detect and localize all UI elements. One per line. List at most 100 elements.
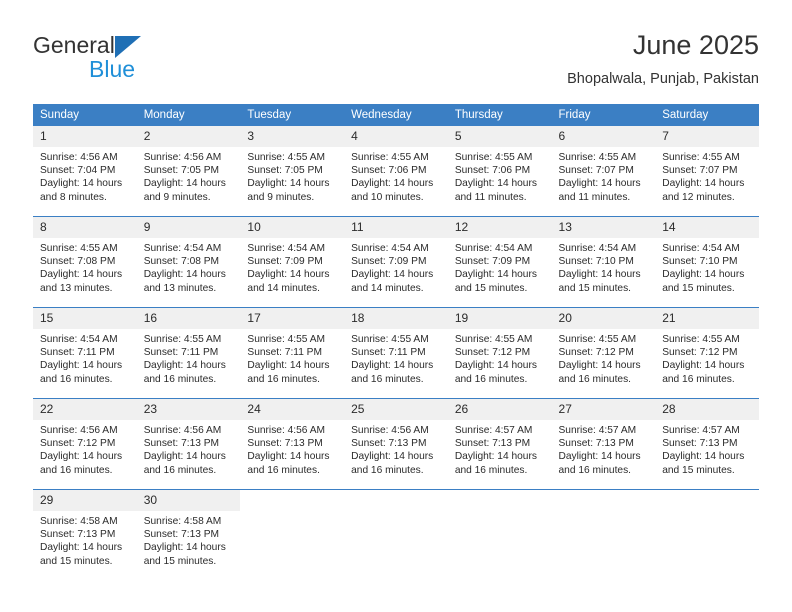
calendar-day-cell[interactable]: 2 Sunrise: 4:56 AM Sunset: 7:05 PM Daylight… bbox=[136, 126, 241, 215]
sunrise-time: Sunrise: 4:57 AM bbox=[454, 425, 533, 436]
weekday-header-saturday: Saturday bbox=[655, 104, 759, 126]
sunrise-time: Sunrise: 4:56 AM bbox=[40, 152, 118, 163]
sunset-time: Sunset: 7:13 PM bbox=[662, 438, 738, 450]
logo-text-blue: Blue bbox=[89, 56, 136, 82]
day-details: Sunrise: 4:55 AM Sunset: 7:07 PM Daylight:… bbox=[655, 147, 759, 204]
calendar-day-cell[interactable]: 27 Sunrise: 4:57 AM Sunset: 7:13 PM Dayligh… bbox=[551, 399, 656, 488]
sunrise-time: Sunrise: 4:58 AM bbox=[143, 516, 222, 527]
daylight-duration-line2: and 16 minutes. bbox=[143, 464, 217, 476]
daylight-duration-line2: and 14 minutes. bbox=[351, 282, 424, 294]
daylight-duration-line1: Daylight: 14 hours bbox=[40, 269, 123, 281]
calendar-day-cell[interactable]: 21 Sunrise: 4:55 AM Sunset: 7:12 PM Dayligh… bbox=[655, 308, 759, 397]
calendar-day-cell[interactable]: 29 Sunrise: 4:58 AM Sunset: 7:13 PM Dayligh… bbox=[33, 490, 137, 579]
day-details: Sunrise: 4:54 AM Sunset: 7:09 PM Daylight:… bbox=[448, 238, 552, 295]
calendar-day-cell[interactable]: 15 Sunrise: 4:54 AM Sunset: 7:11 PM Dayligh… bbox=[33, 308, 137, 397]
calendar-day-cell[interactable]: 26 Sunrise: 4:57 AM Sunset: 7:13 PM Dayligh… bbox=[447, 399, 552, 488]
calendar-day-cell[interactable]: 1 Sunrise: 4:56 AM Sunset: 7:04 PM Daylight… bbox=[33, 126, 137, 215]
day-details: Sunrise: 4:55 AM Sunset: 7:08 PM Daylight:… bbox=[33, 238, 137, 295]
calendar-body: 1 Sunrise: 4:56 AM Sunset: 7:04 PM Daylight… bbox=[33, 126, 759, 580]
calendar-day-cell[interactable]: 25 Sunrise: 4:56 AM Sunset: 7:13 PM Dayligh… bbox=[344, 399, 448, 488]
calendar-day-cell[interactable]: 20 Sunrise: 4:55 AM Sunset: 7:12 PM Dayligh… bbox=[551, 308, 656, 397]
daylight-duration-line1: Daylight: 14 hours bbox=[454, 178, 537, 190]
sunset-time: Sunset: 7:07 PM bbox=[662, 165, 738, 177]
daylight-duration-line1: Daylight: 14 hours bbox=[143, 178, 226, 190]
sunset-time: Sunset: 7:12 PM bbox=[558, 347, 634, 359]
calendar-day-cell[interactable]: 28 Sunrise: 4:57 AM Sunset: 7:13 PM Dayligh… bbox=[655, 399, 759, 488]
calendar-day-cell[interactable]: 14 Sunrise: 4:54 AM Sunset: 7:10 PM Dayligh… bbox=[655, 217, 759, 306]
daylight-duration-line2: and 15 minutes. bbox=[143, 555, 217, 567]
sunset-time: Sunset: 7:10 PM bbox=[558, 256, 634, 268]
weekday-header-friday: Friday bbox=[551, 104, 656, 126]
day-number: 25 bbox=[344, 399, 448, 420]
daylight-duration-line2: and 15 minutes. bbox=[662, 464, 735, 476]
calendar-day-cell[interactable]: 22 Sunrise: 4:56 AM Sunset: 7:12 PM Dayligh… bbox=[33, 399, 137, 488]
calendar-day-cell[interactable]: 11 Sunrise: 4:54 AM Sunset: 7:09 PM Dayligh… bbox=[344, 217, 448, 306]
calendar-day-cell[interactable]: 5 Sunrise: 4:55 AM Sunset: 7:06 PM Daylight… bbox=[447, 126, 552, 215]
logo-line-general: General bbox=[33, 32, 233, 58]
daylight-duration-line1: Daylight: 14 hours bbox=[143, 542, 226, 554]
calendar-day-cell[interactable]: 24 Sunrise: 4:56 AM Sunset: 7:13 PM Dayligh… bbox=[240, 399, 345, 488]
sunset-time: Sunset: 7:11 PM bbox=[143, 347, 219, 359]
weekday-header-sunday: Sunday bbox=[33, 104, 137, 126]
calendar-day-cell[interactable]: 4 Sunrise: 4:55 AM Sunset: 7:06 PM Daylight… bbox=[344, 126, 448, 215]
calendar-day-cell[interactable]: 18 Sunrise: 4:55 AM Sunset: 7:11 PM Dayligh… bbox=[344, 308, 448, 397]
calendar-day-cell[interactable]: 19 Sunrise: 4:55 AM Sunset: 7:12 PM Dayligh… bbox=[447, 308, 552, 397]
calendar-header-row: Sunday Monday Tuesday Wednesday Thursday Frid… bbox=[33, 104, 759, 126]
sunset-time: Sunset: 7:11 PM bbox=[247, 347, 322, 359]
day-details: Sunrise: 4:55 AM Sunset: 7:11 PM Daylight:… bbox=[137, 329, 241, 386]
day-details: Sunrise: 4:55 AM Sunset: 7:05 PM Daylight:… bbox=[240, 147, 344, 204]
day-details: Sunrise: 4:55 AM Sunset: 7:12 PM Daylight:… bbox=[552, 329, 656, 386]
sunrise-time: Sunrise: 4:54 AM bbox=[247, 243, 325, 254]
sunset-time: Sunset: 7:04 PM bbox=[40, 165, 116, 177]
day-details: Sunrise: 4:54 AM Sunset: 7:11 PM Daylight:… bbox=[33, 329, 137, 386]
page-title: June 2025 bbox=[632, 30, 759, 60]
calendar-day-cell[interactable]: 17 Sunrise: 4:55 AM Sunset: 7:11 PM Dayligh… bbox=[240, 308, 345, 397]
calendar-day-cell[interactable]: 16 Sunrise: 4:55 AM Sunset: 7:11 PM Dayligh… bbox=[136, 308, 241, 397]
calendar-day-cell-empty bbox=[344, 490, 448, 579]
calendar-day-cell[interactable]: 13 Sunrise: 4:54 AM Sunset: 7:10 PM Dayligh… bbox=[551, 217, 656, 306]
sunrise-time: Sunrise: 4:54 AM bbox=[558, 243, 637, 254]
day-number: 28 bbox=[655, 399, 759, 420]
day-details: Sunrise: 4:56 AM Sunset: 7:05 PM Daylight:… bbox=[137, 147, 241, 204]
title-block: June 2025 Bhopalwala, Punjab, Pakistan bbox=[567, 28, 759, 90]
sunrise-time: Sunrise: 4:56 AM bbox=[143, 425, 222, 436]
sunset-time: Sunset: 7:13 PM bbox=[351, 438, 427, 450]
location-subtitle: Bhopalwala, Punjab, Pakistan bbox=[567, 71, 759, 87]
calendar-day-cell[interactable]: 3 Sunrise: 4:55 AM Sunset: 7:05 PM Daylight… bbox=[240, 126, 345, 215]
day-number: 14 bbox=[655, 217, 759, 238]
day-number: 30 bbox=[136, 490, 241, 511]
sunset-time: Sunset: 7:08 PM bbox=[143, 256, 220, 268]
page-header: General Blue June 2025 Bhopalwala, Punja… bbox=[33, 28, 759, 94]
daylight-duration-line2: and 8 minutes. bbox=[40, 191, 107, 203]
day-details: Sunrise: 4:55 AM Sunset: 7:07 PM Daylight:… bbox=[552, 147, 656, 204]
calendar-day-cell[interactable]: 6 Sunrise: 4:55 AM Sunset: 7:07 PM Daylight… bbox=[551, 126, 656, 215]
weekday-header-monday: Monday bbox=[136, 104, 241, 126]
sunrise-time: Sunrise: 4:55 AM bbox=[662, 334, 740, 345]
daylight-duration-line1: Daylight: 14 hours bbox=[40, 360, 123, 372]
day-number: 8 bbox=[33, 217, 137, 238]
day-details: Sunrise: 4:57 AM Sunset: 7:13 PM Daylight:… bbox=[448, 420, 552, 477]
day-details: Sunrise: 4:54 AM Sunset: 7:08 PM Daylight:… bbox=[137, 238, 241, 295]
calendar-day-cell[interactable]: 9 Sunrise: 4:54 AM Sunset: 7:08 PM Daylight… bbox=[136, 217, 241, 306]
sunset-time: Sunset: 7:13 PM bbox=[40, 529, 116, 541]
calendar-day-cell[interactable]: 23 Sunrise: 4:56 AM Sunset: 7:13 PM Dayligh… bbox=[136, 399, 241, 488]
calendar-day-cell[interactable]: 7 Sunrise: 4:55 AM Sunset: 7:07 PM Daylight… bbox=[655, 126, 759, 215]
calendar-day-cell[interactable]: 10 Sunrise: 4:54 AM Sunset: 7:09 PM Dayligh… bbox=[240, 217, 345, 306]
logo-text-general: General bbox=[33, 32, 115, 58]
daylight-duration-line2: and 16 minutes. bbox=[247, 373, 320, 385]
day-number: 7 bbox=[655, 126, 759, 147]
day-number: 11 bbox=[344, 217, 448, 238]
calendar-day-cell[interactable]: 8 Sunrise: 4:55 AM Sunset: 7:08 PM Daylight… bbox=[33, 217, 137, 306]
sunset-time: Sunset: 7:05 PM bbox=[143, 165, 220, 177]
sunset-time: Sunset: 7:09 PM bbox=[351, 256, 427, 268]
calendar-day-cell[interactable]: 30 Sunrise: 4:58 AM Sunset: 7:13 PM Dayligh… bbox=[136, 490, 241, 579]
logo-general-blue[interactable]: General Blue bbox=[33, 32, 233, 90]
calendar-day-cell-empty bbox=[655, 490, 759, 579]
day-number: 19 bbox=[447, 308, 552, 329]
daylight-duration-line2: and 10 minutes. bbox=[351, 191, 424, 203]
daylight-duration-line2: and 16 minutes. bbox=[40, 464, 113, 476]
calendar-day-cell[interactable]: 12 Sunrise: 4:54 AM Sunset: 7:09 PM Dayligh… bbox=[447, 217, 552, 306]
daylight-duration-line1: Daylight: 14 hours bbox=[351, 360, 434, 372]
day-number: 18 bbox=[344, 308, 448, 329]
daylight-duration-line1: Daylight: 14 hours bbox=[662, 360, 745, 372]
